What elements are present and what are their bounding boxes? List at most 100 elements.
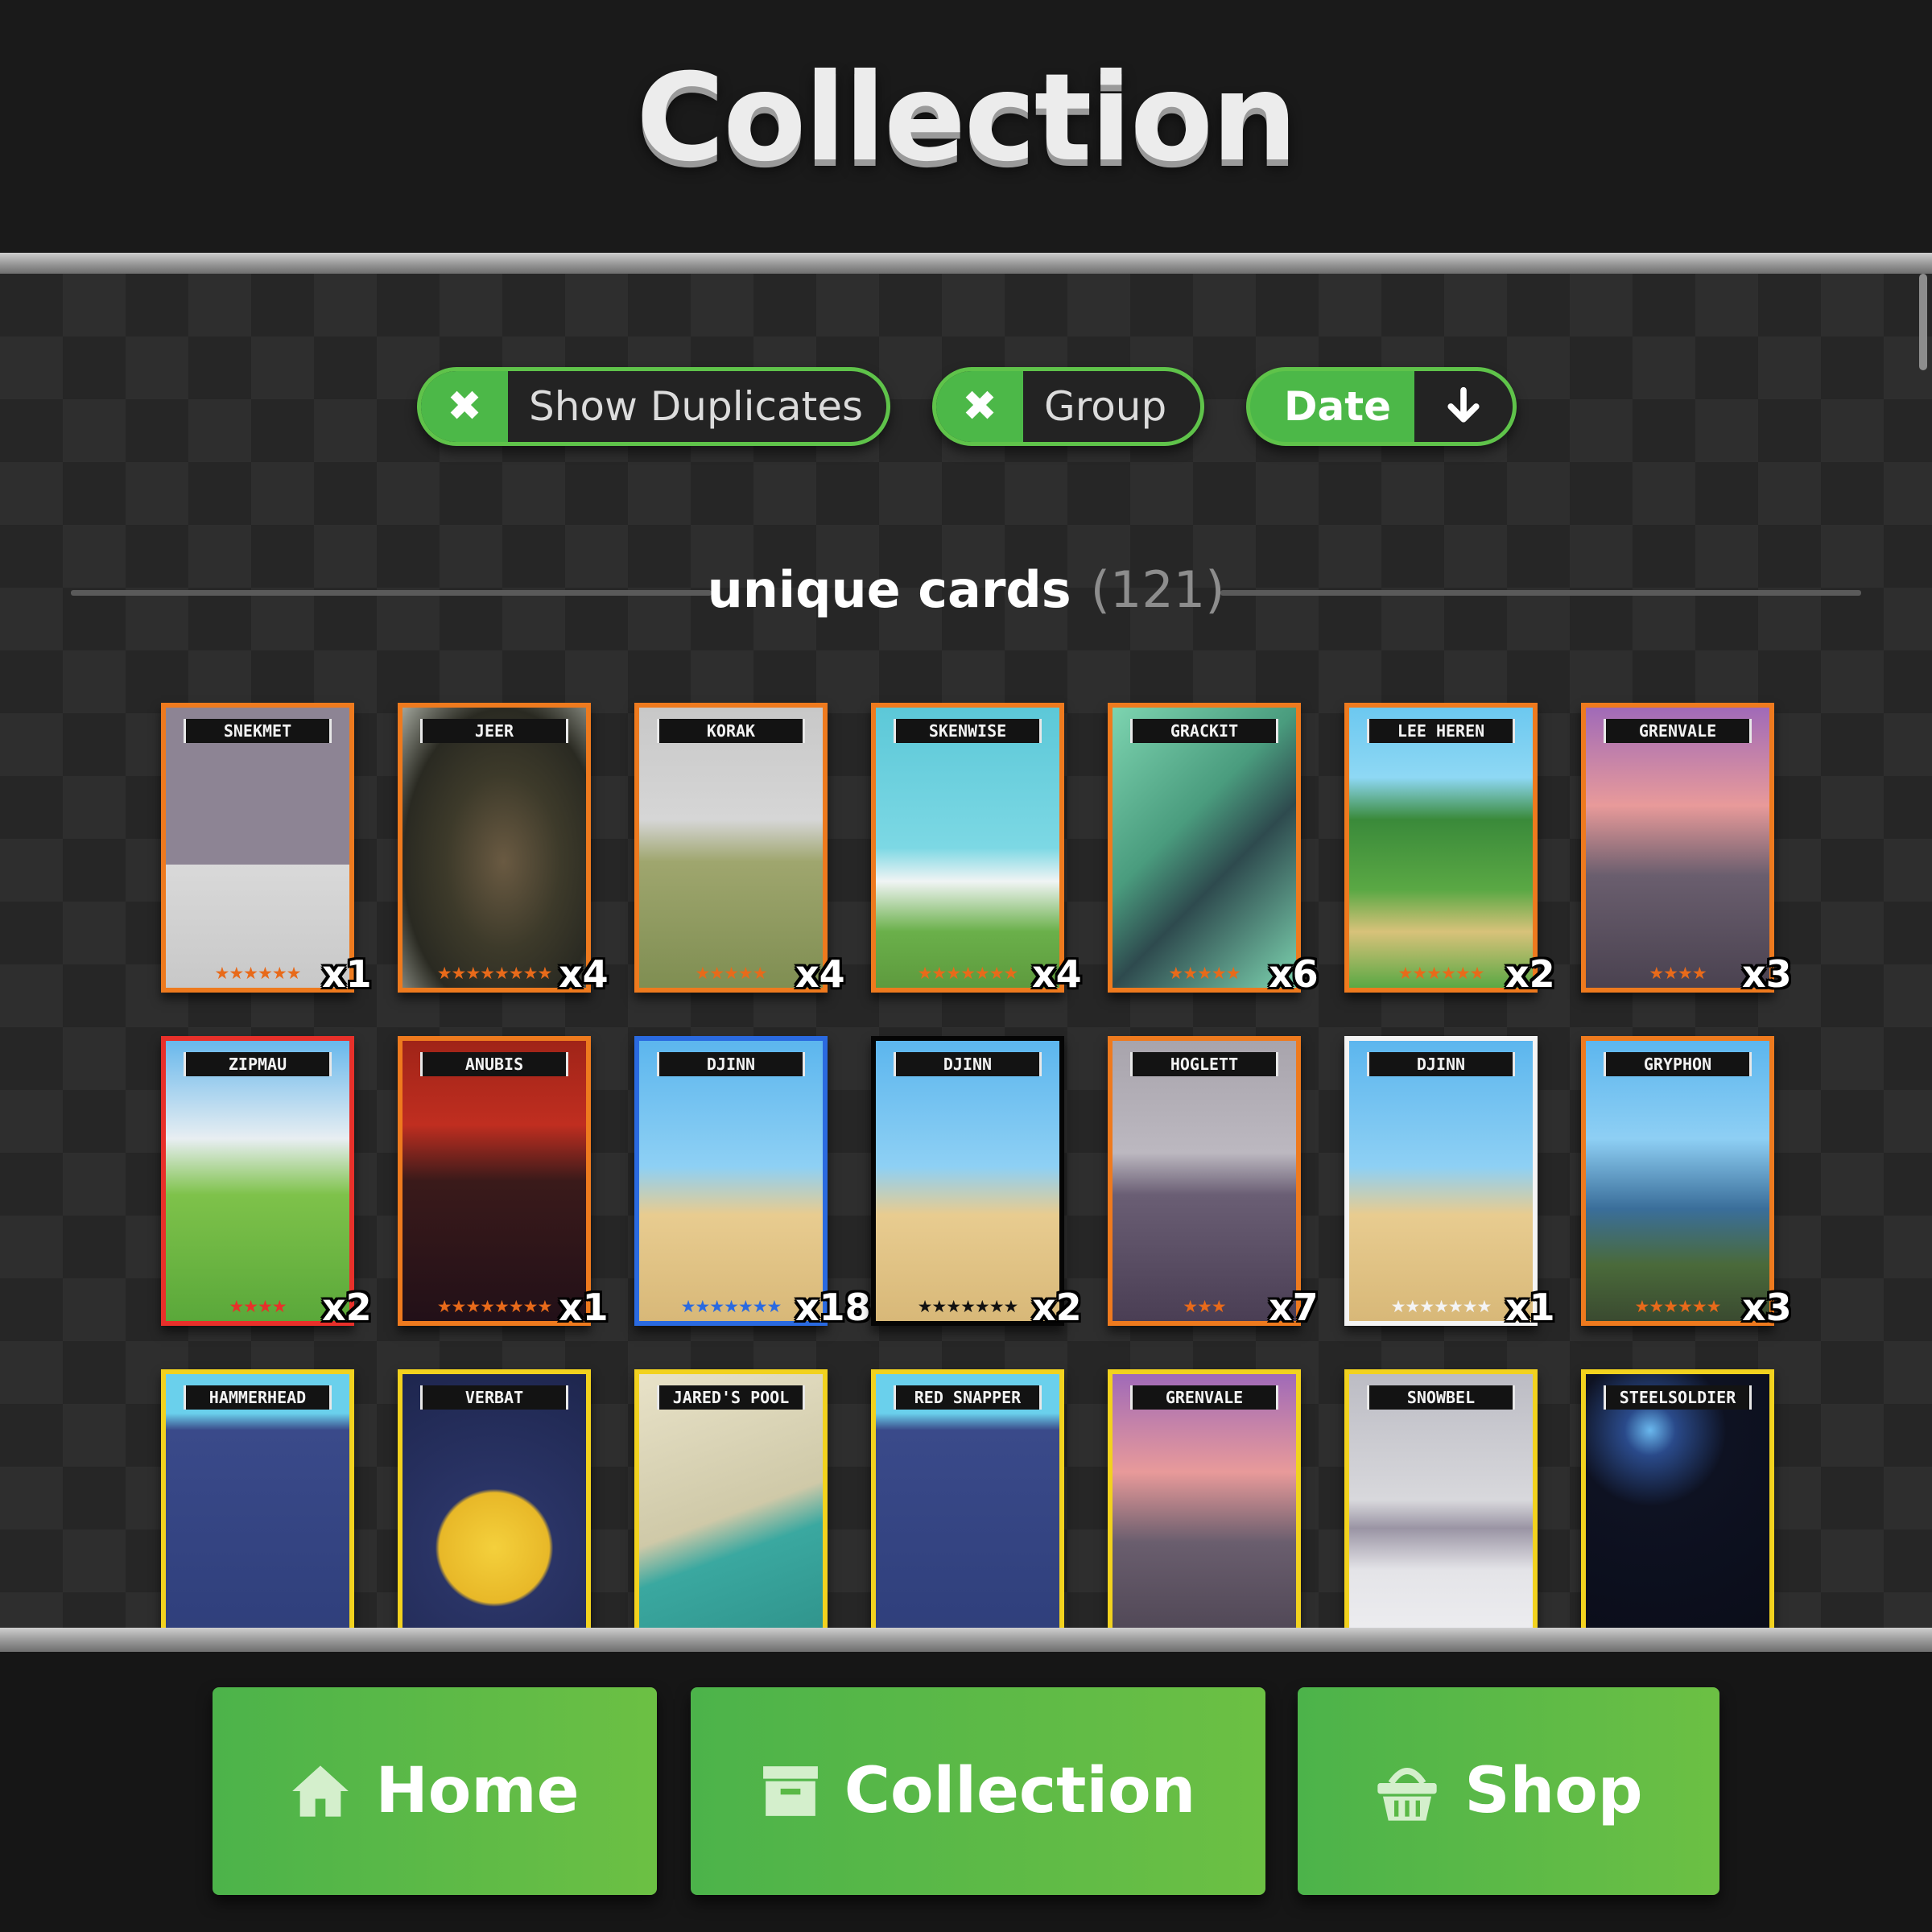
card-name: ZIPMAU (184, 1052, 332, 1076)
card-art (402, 1374, 586, 1631)
collection-card[interactable]: SNEKMET ★★★★★★ (161, 703, 354, 993)
card-name: SNEKMET (184, 719, 332, 743)
collection-card[interactable]: SKENWISE ★★★★★★★ (871, 703, 1064, 993)
scrollbar[interactable] (1919, 274, 1927, 370)
card-art (166, 1041, 349, 1321)
card-art (402, 1041, 586, 1321)
collection-card[interactable]: RED SNAPPER (871, 1369, 1064, 1631)
home-icon (290, 1763, 351, 1819)
card-art (1586, 1041, 1769, 1321)
shopping-basket-icon (1374, 1759, 1440, 1823)
card-count: (121) (1090, 560, 1225, 619)
card-art (639, 708, 823, 988)
card-art (1586, 708, 1769, 988)
collection-card[interactable]: KORAK ★★★★★ (634, 703, 828, 993)
card-quantity: x4 (1032, 952, 1082, 996)
collection-card[interactable]: STEELSOLDIER (1581, 1369, 1774, 1631)
collection-card[interactable]: DJINN ★★★★★★★ (634, 1036, 828, 1326)
arrow-down-icon[interactable] (1414, 371, 1513, 442)
archive-box-icon (761, 1763, 820, 1819)
sort-date-button[interactable]: Date (1246, 367, 1517, 446)
card-art (876, 708, 1059, 988)
card-art (402, 708, 586, 988)
collection-card[interactable]: JEER ★★★★★★★★ (398, 703, 591, 993)
home-label: Home (375, 1755, 580, 1827)
collection-card[interactable]: JARED'S POOL (634, 1369, 828, 1631)
close-icon[interactable]: ✖ (936, 371, 1023, 442)
card-name: JEER (420, 719, 568, 743)
card-quantity: x4 (795, 952, 845, 996)
card-art (1113, 708, 1296, 988)
collection-label: Collection (844, 1755, 1196, 1827)
card-name: LEE HEREN (1367, 719, 1515, 743)
header: Collection (0, 0, 1932, 253)
card-art (166, 708, 349, 988)
collection-card[interactable]: VERBAT (398, 1369, 591, 1631)
card-name: GRYPHON (1604, 1052, 1752, 1076)
card-name: HAMMERHEAD (184, 1385, 332, 1410)
home-button[interactable]: Home (213, 1687, 657, 1895)
collection-card[interactable]: SNOWBEL (1344, 1369, 1538, 1631)
shop-button[interactable]: Shop (1298, 1687, 1719, 1895)
collection-card[interactable]: GRENVALE (1108, 1369, 1301, 1631)
collection-card[interactable]: ANUBIS ★★★★★★★★ (398, 1036, 591, 1326)
card-name: GRACKIT (1130, 719, 1278, 743)
card-name: DJINN (894, 1052, 1042, 1076)
card-quantity: x7 (1269, 1286, 1319, 1329)
card-name: ANUBIS (420, 1052, 568, 1076)
close-icon[interactable]: ✖ (421, 371, 508, 442)
card-name: GRENVALE (1604, 719, 1752, 743)
card-quantity: x4 (559, 952, 609, 996)
card-quantity: x1 (322, 952, 372, 996)
collection-panel[interactable]: ✖ Show Duplicates ✖ Group Date unique ca… (0, 274, 1932, 1631)
collection-card[interactable]: LEE HEREN ★★★★★★ (1344, 703, 1538, 993)
card-art (876, 1041, 1059, 1321)
card-name: KORAK (657, 719, 805, 743)
card-art (1113, 1374, 1296, 1631)
card-art (876, 1374, 1059, 1631)
card-name: JARED'S POOL (657, 1385, 805, 1410)
group-toggle[interactable]: ✖ Group (932, 367, 1204, 446)
collection-card[interactable]: HOGLETT ★★★ (1108, 1036, 1301, 1326)
card-name: STEELSOLDIER (1604, 1385, 1752, 1410)
card-quantity: x2 (1505, 952, 1555, 996)
collection-card[interactable]: HAMMERHEAD (161, 1369, 354, 1631)
card-art (639, 1374, 823, 1631)
card-art (1349, 708, 1533, 988)
sort-label: Date (1284, 383, 1392, 430)
card-quantity: x2 (322, 1286, 372, 1329)
card-art (1586, 1374, 1769, 1631)
collection-button[interactable]: Collection (691, 1687, 1265, 1895)
header-divider (0, 253, 1932, 274)
section-heading: unique cards (121) (0, 560, 1932, 619)
card-name: SNOWBEL (1367, 1385, 1515, 1410)
collection-card[interactable]: GRENVALE ★★★★ (1581, 703, 1774, 993)
card-quantity: x3 (1742, 952, 1792, 996)
card-quantity: x1 (559, 1286, 609, 1329)
shop-label: Shop (1464, 1755, 1643, 1827)
card-art (166, 1374, 349, 1631)
show-duplicates-toggle[interactable]: ✖ Show Duplicates (417, 367, 890, 446)
collection-card[interactable]: GRACKIT ★★★★★ (1108, 703, 1301, 993)
card-quantity: x1 (1505, 1286, 1555, 1329)
card-name: SKENWISE (894, 719, 1042, 743)
card-quantity: x2 (1032, 1286, 1082, 1329)
show-duplicates-label: Show Duplicates (529, 383, 864, 430)
card-art (1349, 1041, 1533, 1321)
card-name: DJINN (657, 1052, 805, 1076)
bottom-nav: Home Collection Shop (0, 1652, 1932, 1932)
card-quantity: x6 (1269, 952, 1319, 996)
collection-card[interactable]: DJINN ★★★★★★★ (871, 1036, 1064, 1326)
card-quantity: x3 (1742, 1286, 1792, 1329)
collection-card[interactable]: GRYPHON ★★★★★★ (1581, 1036, 1774, 1326)
card-quantity: x18 (795, 1286, 871, 1329)
card-art (639, 1041, 823, 1321)
page-title: Collection (636, 48, 1298, 188)
card-name: DJINN (1367, 1052, 1515, 1076)
card-name: VERBAT (420, 1385, 568, 1410)
collection-card[interactable]: ZIPMAU ★★★★ (161, 1036, 354, 1326)
card-name: RED SNAPPER (894, 1385, 1042, 1410)
card-art (1349, 1374, 1533, 1631)
card-name: GRENVALE (1130, 1385, 1278, 1410)
collection-card[interactable]: DJINN ★★★★★★★ (1344, 1036, 1538, 1326)
